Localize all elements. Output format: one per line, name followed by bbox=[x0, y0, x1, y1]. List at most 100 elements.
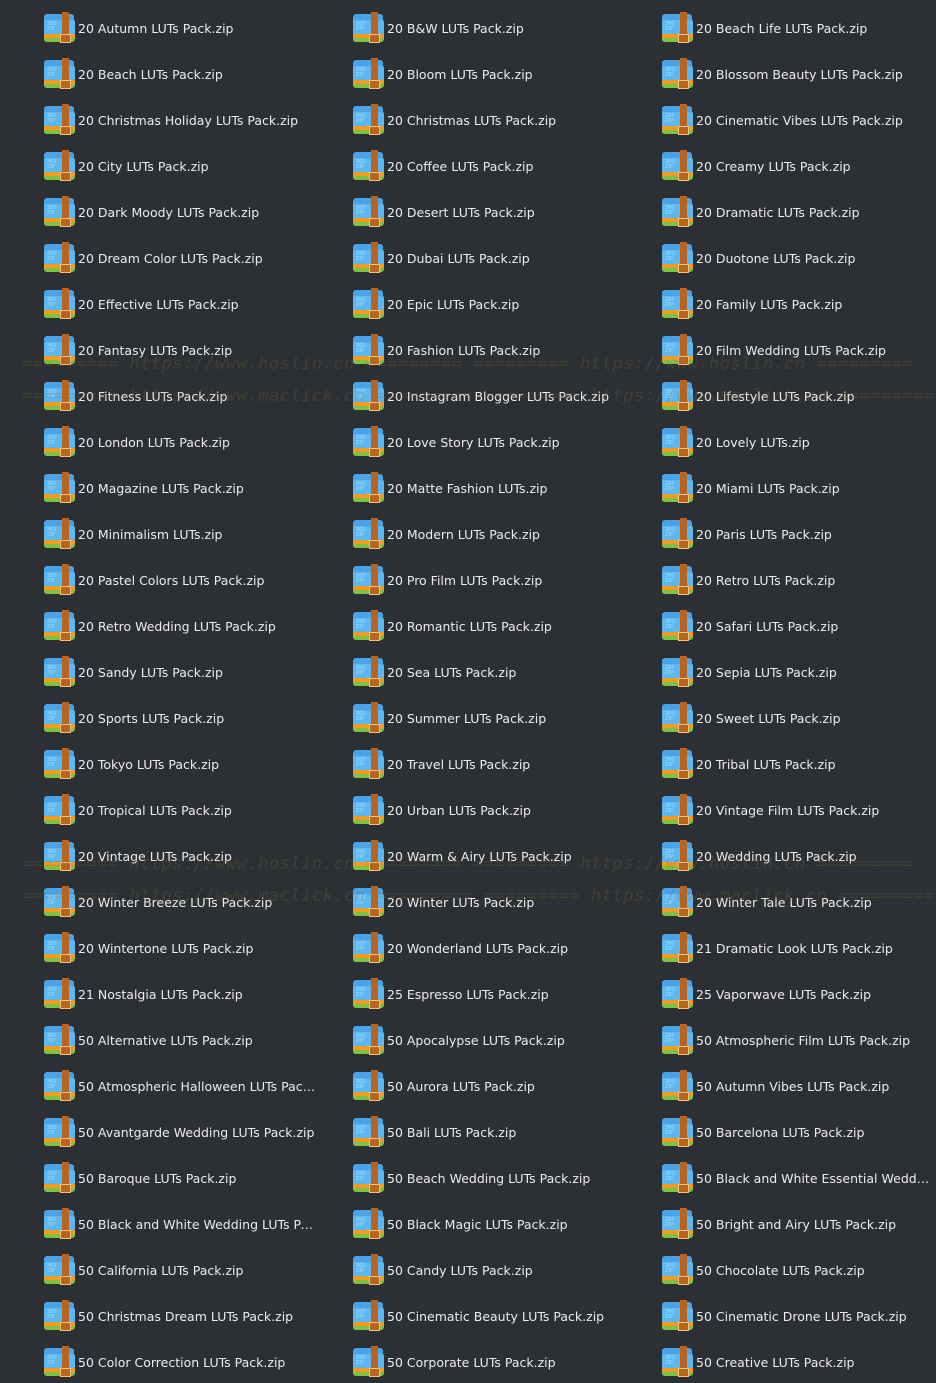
file-item[interactable]: 360 ZIP 20 Beach Life LUTs Pack.zip bbox=[662, 11, 867, 45]
file-item[interactable]: 360 ZIP 50 Apocalypse LUTs Pack.zip bbox=[353, 1023, 565, 1057]
file-item[interactable]: 360 ZIP 50 Alternative LUTs Pack.zip bbox=[44, 1023, 253, 1057]
file-item[interactable]: 360 ZIP 20 Urban LUTs Pack.zip bbox=[353, 793, 531, 827]
zip-archive-icon: 360 ZIP bbox=[662, 58, 694, 90]
file-item[interactable]: 360 ZIP 20 Autumn LUTs Pack.zip bbox=[44, 11, 233, 45]
file-item[interactable]: 360 ZIP 20 Sandy LUTs Pack.zip bbox=[44, 655, 223, 689]
file-item[interactable]: 360 ZIP 20 Effective LUTs Pack.zip bbox=[44, 287, 239, 321]
file-item[interactable]: 360 ZIP 20 Epic LUTs Pack.zip bbox=[353, 287, 519, 321]
file-item[interactable]: 360 ZIP 50 Atmospheric Halloween LUTs Pack… bbox=[44, 1069, 316, 1103]
file-item[interactable]: 360 ZIP 20 Warm & Airy LUTs Pack.zip bbox=[353, 839, 572, 873]
file-item[interactable]: 360 ZIP 50 Black and White Essential Weddi… bbox=[662, 1161, 932, 1195]
file-item[interactable]: 360 ZIP 50 Black Magic LUTs Pack.zip bbox=[353, 1207, 568, 1241]
file-item[interactable]: 360 ZIP 20 Safari LUTs Pack.zip bbox=[662, 609, 838, 643]
file-item[interactable]: 360 ZIP 20 Fantasy LUTs Pack.zip bbox=[44, 333, 232, 367]
file-item[interactable]: 360 ZIP 20 Travel LUTs Pack.zip bbox=[353, 747, 530, 781]
file-name: 50 Black and White Essential Wedding ... bbox=[696, 1170, 932, 1186]
file-item[interactable]: 360 ZIP 20 Retro Wedding LUTs Pack.zip bbox=[44, 609, 276, 643]
file-item[interactable]: 360 ZIP 50 Christmas Dream LUTs Pack.zip bbox=[44, 1299, 293, 1333]
file-item[interactable]: 360 ZIP 20 Tribal LUTs Pack.zip bbox=[662, 747, 836, 781]
file-item[interactable]: 360 ZIP 21 Nostalgia LUTs Pack.zip bbox=[44, 977, 243, 1011]
file-item[interactable]: 360 ZIP 20 Beach LUTs Pack.zip bbox=[44, 57, 223, 91]
file-item[interactable]: 360 ZIP 20 Wedding LUTs Pack.zip bbox=[662, 839, 857, 873]
zip-archive-icon: 360 ZIP bbox=[44, 886, 76, 918]
file-item[interactable]: 360 ZIP 20 Desert LUTs Pack.zip bbox=[353, 195, 535, 229]
file-item[interactable]: 360 ZIP 20 Romantic LUTs Pack.zip bbox=[353, 609, 552, 643]
file-item[interactable]: 360 ZIP 20 Miami LUTs Pack.zip bbox=[662, 471, 840, 505]
file-item[interactable]: 360 ZIP 20 Family LUTs Pack.zip bbox=[662, 287, 842, 321]
file-item[interactable]: 360 ZIP 20 Tokyo LUTs Pack.zip bbox=[44, 747, 219, 781]
file-item[interactable]: 360 ZIP 21 Dramatic Look LUTs Pack.zip bbox=[662, 931, 893, 965]
file-item[interactable]: 360 ZIP 20 Coffee LUTs Pack.zip bbox=[353, 149, 533, 183]
zip-archive-icon: 360 ZIP bbox=[353, 748, 385, 780]
file-item[interactable]: 360 ZIP 20 Lifestyle LUTs Pack.zip bbox=[662, 379, 855, 413]
file-item[interactable]: 360 ZIP 50 Autumn Vibes LUTs Pack.zip bbox=[662, 1069, 889, 1103]
file-item[interactable]: 360 ZIP 20 Love Story LUTs Pack.zip bbox=[353, 425, 560, 459]
file-item[interactable]: 360 ZIP 50 Barcelona LUTs Pack.zip bbox=[662, 1115, 864, 1149]
file-item[interactable]: 360 ZIP 20 Sea LUTs Pack.zip bbox=[353, 655, 516, 689]
file-item[interactable]: 360 ZIP 20 Vintage Film LUTs Pack.zip bbox=[662, 793, 879, 827]
file-item[interactable]: 360 ZIP 20 Cinematic Vibes LUTs Pack.zip bbox=[662, 103, 903, 137]
zip-archive-icon: 360 ZIP bbox=[353, 1162, 385, 1194]
file-item[interactable]: 360 ZIP 20 Sepia LUTs Pack.zip bbox=[662, 655, 837, 689]
file-item[interactable]: 360 ZIP 20 Wintertone LUTs Pack.zip bbox=[44, 931, 253, 965]
file-item[interactable]: 360 ZIP 20 B&W LUTs Pack.zip bbox=[353, 11, 524, 45]
file-item[interactable]: 360 ZIP 20 Fashion LUTs Pack.zip bbox=[353, 333, 540, 367]
file-item[interactable]: 360 ZIP 20 Duotone LUTs Pack.zip bbox=[662, 241, 855, 275]
file-item[interactable]: 360 ZIP 20 Sports LUTs Pack.zip bbox=[44, 701, 224, 735]
file-item[interactable]: 360 ZIP 20 Pro Film LUTs Pack.zip bbox=[353, 563, 542, 597]
file-item[interactable]: 360 ZIP 25 Vaporwave LUTs Pack.zip bbox=[662, 977, 871, 1011]
file-item[interactable]: 360 ZIP 50 Corporate LUTs Pack.zip bbox=[353, 1345, 556, 1379]
file-item[interactable]: 360 ZIP 20 London LUTs Pack.zip bbox=[44, 425, 230, 459]
file-item[interactable]: 360 ZIP 50 Bright and Airy LUTs Pack.zip bbox=[662, 1207, 896, 1241]
file-item[interactable]: 360 ZIP 20 Vintage LUTs Pack.zip bbox=[44, 839, 232, 873]
file-item[interactable]: 360 ZIP 20 Lovely LUTs.zip bbox=[662, 425, 810, 459]
zip-archive-icon: 360 ZIP bbox=[44, 1162, 76, 1194]
file-item[interactable]: 360 ZIP 50 Creative LUTs Pack.zip bbox=[662, 1345, 855, 1379]
file-item[interactable]: 360 ZIP 20 Dark Moody LUTs Pack.zip bbox=[44, 195, 259, 229]
file-item[interactable]: 360 ZIP 20 Blossom Beauty LUTs Pack.zip bbox=[662, 57, 903, 91]
file-item[interactable]: 360 ZIP 25 Espresso LUTs Pack.zip bbox=[353, 977, 549, 1011]
file-item[interactable]: 360 ZIP 50 Black and White Wedding LUTs Pa… bbox=[44, 1207, 316, 1241]
file-item[interactable]: 360 ZIP 20 Fitness LUTs Pack.zip bbox=[44, 379, 227, 413]
file-item[interactable]: 360 ZIP 20 Christmas Holiday LUTs Pack.zip bbox=[44, 103, 298, 137]
file-item[interactable]: 360 ZIP 50 Cinematic Beauty LUTs Pack.zip bbox=[353, 1299, 604, 1333]
file-item[interactable]: 360 ZIP 50 Aurora LUTs Pack.zip bbox=[353, 1069, 535, 1103]
file-item[interactable]: 360 ZIP 20 Pastel Colors LUTs Pack.zip bbox=[44, 563, 264, 597]
file-item[interactable]: 360 ZIP 50 Chocolate LUTs Pack.zip bbox=[662, 1253, 865, 1287]
file-item[interactable]: 360 ZIP 50 Candy LUTs Pack.zip bbox=[353, 1253, 533, 1287]
file-item[interactable]: 360 ZIP 20 Tropical LUTs Pack.zip bbox=[44, 793, 232, 827]
file-item[interactable]: 360 ZIP 20 Dubai LUTs Pack.zip bbox=[353, 241, 530, 275]
file-item[interactable]: 360 ZIP 20 Wonderland LUTs Pack.zip bbox=[353, 931, 568, 965]
file-item[interactable]: 360 ZIP 20 Film Wedding LUTs Pack.zip bbox=[662, 333, 886, 367]
file-item[interactable]: 360 ZIP 50 Color Correction LUTs Pack.zip bbox=[44, 1345, 285, 1379]
file-item[interactable]: 360 ZIP 20 Minimalism LUTs.zip bbox=[44, 517, 223, 551]
file-name: 20 Travel LUTs Pack.zip bbox=[387, 756, 531, 772]
file-item[interactable]: 360 ZIP 20 Instagram Blogger LUTs Pack.zip bbox=[353, 379, 609, 413]
file-item[interactable]: 360 ZIP 20 Summer LUTs Pack.zip bbox=[353, 701, 546, 735]
file-item[interactable]: 360 ZIP 50 California LUTs Pack.zip bbox=[44, 1253, 243, 1287]
file-item[interactable]: 360 ZIP 50 Beach Wedding LUTs Pack.zip bbox=[353, 1161, 590, 1195]
file-item[interactable]: 360 ZIP 20 Dream Color LUTs Pack.zip bbox=[44, 241, 263, 275]
file-item[interactable]: 360 ZIP 20 Bloom LUTs Pack.zip bbox=[353, 57, 533, 91]
file-item[interactable]: 360 ZIP 20 Christmas LUTs Pack.zip bbox=[353, 103, 556, 137]
file-item[interactable]: 360 ZIP 20 Sweet LUTs Pack.zip bbox=[662, 701, 841, 735]
file-item[interactable]: 360 ZIP 20 Winter LUTs Pack.zip bbox=[353, 885, 534, 919]
file-item[interactable]: 360 ZIP 50 Atmospheric Film LUTs Pack.zip bbox=[662, 1023, 910, 1057]
file-item[interactable]: 360 ZIP 20 City LUTs Pack.zip bbox=[44, 149, 209, 183]
file-name: 20 Vintage LUTs Pack.zip bbox=[78, 848, 232, 864]
file-item[interactable]: 360 ZIP 20 Paris LUTs Pack.zip bbox=[662, 517, 832, 551]
file-item[interactable]: 360 ZIP 50 Avantgarde Wedding LUTs Pack.zi… bbox=[44, 1115, 314, 1149]
file-item[interactable]: 360 ZIP 20 Matte Fashion LUTs.zip bbox=[353, 471, 547, 505]
file-item[interactable]: 360 ZIP 20 Retro LUTs Pack.zip bbox=[662, 563, 835, 597]
file-item[interactable]: 360 ZIP 20 Creamy LUTs Pack.zip bbox=[662, 149, 851, 183]
file-item[interactable]: 360 ZIP 20 Winter Tale LUTs Pack.zip bbox=[662, 885, 872, 919]
file-item[interactable]: 360 ZIP 20 Modern LUTs Pack.zip bbox=[353, 517, 540, 551]
file-item[interactable]: 360 ZIP 20 Winter Breeze LUTs Pack.zip bbox=[44, 885, 272, 919]
file-item[interactable]: 360 ZIP 50 Bali LUTs Pack.zip bbox=[353, 1115, 516, 1149]
file-name: 20 Dubai LUTs Pack.zip bbox=[387, 250, 530, 266]
file-item[interactable]: 360 ZIP 50 Baroque LUTs Pack.zip bbox=[44, 1161, 236, 1195]
file-item[interactable]: 360 ZIP 20 Magazine LUTs Pack.zip bbox=[44, 471, 244, 505]
file-item[interactable]: 360 ZIP 50 Cinematic Drone LUTs Pack.zip bbox=[662, 1299, 907, 1333]
file-name: 50 Bali LUTs Pack.zip bbox=[387, 1124, 517, 1140]
file-item[interactable]: 360 ZIP 20 Dramatic LUTs Pack.zip bbox=[662, 195, 860, 229]
